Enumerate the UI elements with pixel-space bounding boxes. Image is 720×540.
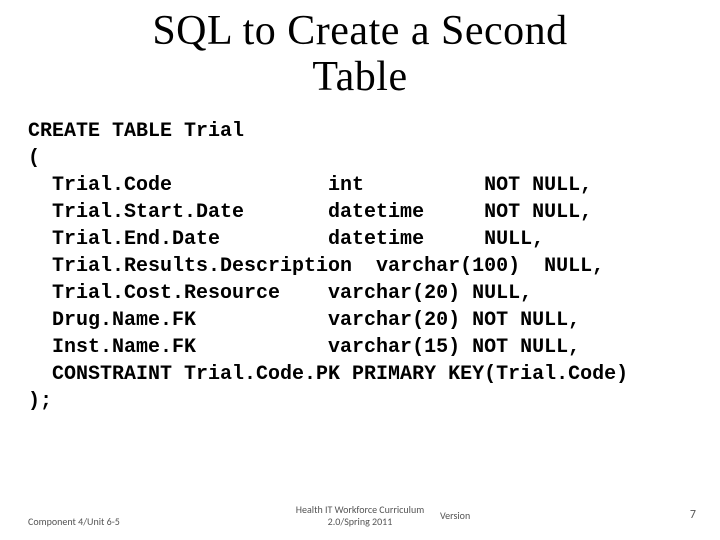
- slide-title: SQL to Create a Second Table: [0, 0, 720, 100]
- code-line: CREATE TABLE Trial: [28, 120, 244, 143]
- code-line: Trial.Cost.Resource varchar(20) NULL,: [28, 282, 532, 305]
- footer-center: Health IT Workforce Curriculum 2.0/Sprin…: [0, 504, 720, 528]
- footer-center-line2: 2.0/Spring 2011: [328, 515, 393, 528]
- code-line: Trial.End.Date datetime NULL,: [28, 228, 544, 251]
- code-line: (: [28, 147, 40, 170]
- code-line: Trial.Code int NOT NULL,: [28, 174, 592, 197]
- title-line-2: Table: [312, 54, 407, 100]
- sql-code-block: CREATE TABLE Trial ( Trial.Code int NOT …: [0, 100, 720, 415]
- footer-version: Version: [440, 509, 470, 522]
- code-line: CONSTRAINT Trial.Code.PK PRIMARY KEY(Tri…: [28, 363, 628, 386]
- footer-page-number: 7: [690, 508, 696, 522]
- code-line: );: [28, 390, 52, 413]
- code-line: Inst.Name.FK varchar(15) NOT NULL,: [28, 336, 580, 359]
- slide: SQL to Create a Second Table CREATE TABL…: [0, 0, 720, 540]
- title-line-1: SQL to Create a Second: [152, 8, 567, 54]
- code-line: Trial.Start.Date datetime NOT NULL,: [28, 201, 592, 224]
- code-line: Drug.Name.FK varchar(20) NOT NULL,: [28, 309, 580, 332]
- code-line: Trial.Results.Description varchar(100) N…: [28, 255, 604, 278]
